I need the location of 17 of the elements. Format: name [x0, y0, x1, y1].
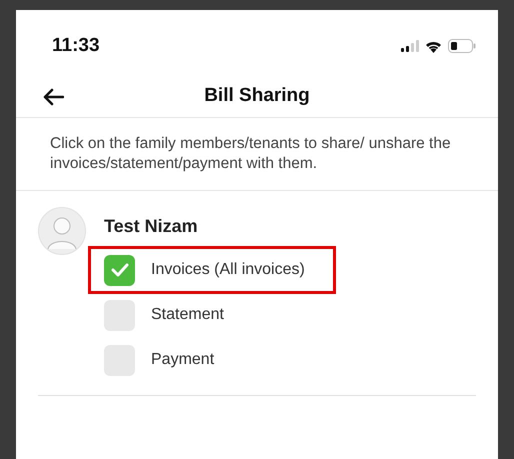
option-label: Invoices (All invoices) [151, 260, 305, 280]
checkbox[interactable] [104, 254, 135, 286]
share-option[interactable]: Statement [88, 291, 336, 339]
description-text: Click on the family members/tenants to share/ unshare the invoices/statement/payment with them. [50, 134, 452, 174]
battery-icon [448, 39, 476, 53]
page-title: Bill Sharing [204, 84, 310, 108]
member-name: Test Nizam [104, 215, 199, 238]
option-label: Payment [151, 350, 214, 370]
back-arrow-icon [42, 88, 64, 106]
status-time: 11:33 [52, 34, 100, 58]
share-option[interactable]: Invoices (All invoices) [88, 246, 336, 294]
checkmark-icon [110, 263, 128, 277]
wifi-icon [425, 40, 442, 52]
option-label: Statement [151, 305, 224, 325]
signal-icon [401, 40, 419, 52]
avatar-icon [38, 207, 86, 255]
share-option[interactable]: Payment [88, 336, 336, 384]
